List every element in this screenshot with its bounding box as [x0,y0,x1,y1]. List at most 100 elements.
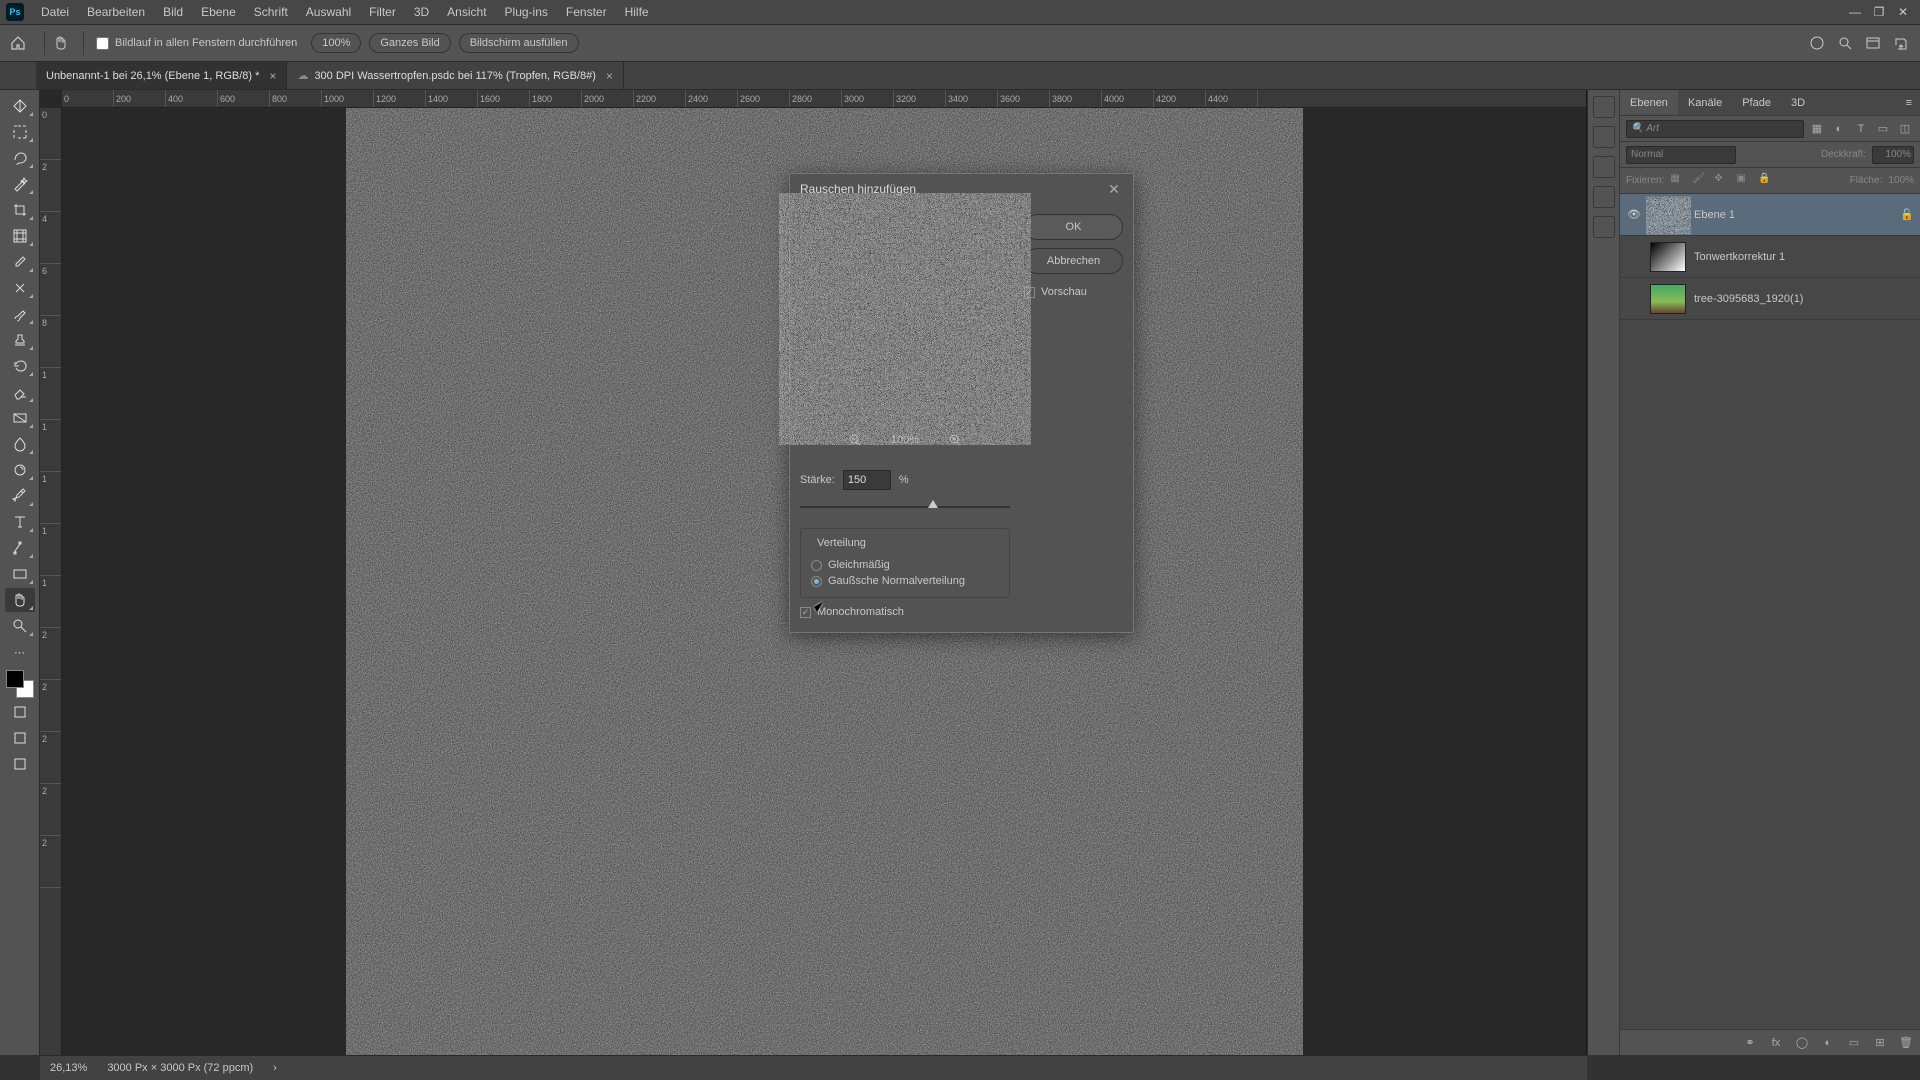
zoom-out-icon[interactable] [847,432,863,448]
lock-transparent-icon[interactable]: ▦ [1670,173,1686,189]
visibility-icon[interactable] [1626,291,1642,307]
status-info[interactable]: 3000 Px × 3000 Px (72 ppcm) [107,1062,253,1074]
gradient-tool[interactable] [5,406,35,430]
brush-tool[interactable] [5,302,35,326]
layer-thumbnail[interactable] [1650,200,1686,230]
frame-tool[interactable] [5,224,35,248]
lasso-tool[interactable] [5,146,35,170]
filter-smart-icon[interactable]: ◫ [1896,120,1914,138]
menu-auswahl[interactable]: Auswahl [297,5,360,19]
group-icon[interactable]: ▭ [1846,1035,1862,1051]
panel-tab-pfade[interactable]: Pfade [1732,90,1781,115]
scroll-all-checkbox[interactable]: Bildlauf in allen Fenstern durchführen [90,37,303,50]
window-minimize[interactable]: — [1844,3,1866,21]
filter-adjust-icon[interactable]: ◐ [1830,120,1848,138]
layer-thumbnail[interactable] [1650,242,1686,272]
pen-tool[interactable] [5,484,35,508]
visibility-icon[interactable]: 👁 [1626,207,1642,223]
filter-pixel-icon[interactable]: ▦ [1808,120,1826,138]
fit-screen-button[interactable]: Ganzes Bild [369,33,450,53]
panel-tab-3d[interactable]: 3D [1781,90,1815,115]
opacity-input[interactable]: 100% [1872,146,1914,164]
new-layer-icon[interactable]: ⊞ [1872,1035,1888,1051]
lock-artboard-icon[interactable]: ▣ [1736,173,1752,189]
wand-tool[interactable] [5,172,35,196]
radio-gaussian[interactable]: Gaußsche Normalverteilung [811,575,999,587]
workspace-icon[interactable] [1862,32,1884,54]
window-restore[interactable]: ❐ [1868,3,1890,21]
heal-tool[interactable] [5,276,35,300]
close-tab-icon[interactable]: × [269,69,276,83]
eraser-tool[interactable] [5,380,35,404]
amount-slider[interactable] [800,502,1010,512]
checkbox-monochromatic[interactable]: ✓Monochromatisch [800,606,1010,618]
preview-image[interactable] [800,214,1010,424]
shape-tool[interactable] [5,562,35,586]
collapsed-panel-icon[interactable] [1593,216,1615,238]
collapsed-panel-icon[interactable] [1593,186,1615,208]
menu-schrift[interactable]: Schrift [245,5,297,19]
radio-uniform[interactable]: Gleichmäßig [811,559,999,571]
zoom-100-button[interactable]: 100% [311,33,361,53]
search-icon[interactable] [1834,32,1856,54]
panel-tab-ebenen[interactable]: Ebenen [1620,90,1678,115]
document-tab[interactable]: ☁300 DPI Wassertropfen.psdc bei 117% (Tr… [287,62,623,89]
dodge-tool[interactable] [5,458,35,482]
layer-lock-icon[interactable]: 🔓 [1900,208,1914,221]
eyedrop-tool[interactable] [5,250,35,274]
visibility-icon[interactable] [1626,249,1642,265]
path-tool[interactable] [5,536,35,560]
link-layers-icon[interactable]: ⚭ [1742,1035,1758,1051]
menu-ebene[interactable]: Ebene [192,5,245,19]
lock-position-icon[interactable]: ✥ [1714,173,1730,189]
stamp-tool[interactable] [5,328,35,352]
menu-filter[interactable]: Filter [360,5,405,19]
lock-pixels-icon[interactable]: 🖌 [1692,173,1708,189]
fx-icon[interactable]: fx [1768,1035,1784,1051]
move-tool[interactable] [5,94,35,118]
home-icon[interactable] [8,33,28,53]
edit-toolbar[interactable]: ⋯ [5,640,35,664]
collapsed-panel-icon[interactable] [1593,96,1615,118]
color-swatches[interactable] [6,670,34,698]
window-close[interactable]: ✕ [1892,3,1914,21]
adjustment-icon[interactable]: ◐ [1820,1035,1836,1051]
blur-tool[interactable] [5,432,35,456]
slider-thumb[interactable] [928,500,938,508]
quick-mask[interactable] [5,700,35,724]
collapsed-panel-icon[interactable] [1593,126,1615,148]
status-zoom[interactable]: 26,13% [50,1062,87,1074]
zoom-tool[interactable] [5,614,35,638]
menu-hilfe[interactable]: Hilfe [616,5,658,19]
layer-row[interactable]: tree-3095683_1920(1) [1620,278,1920,320]
filter-shape-icon[interactable]: ▭ [1874,120,1892,138]
share-icon[interactable] [1890,32,1912,54]
panel-menu-icon[interactable]: ≡ [1898,97,1920,109]
layer-row[interactable]: 👁 Ebene 1 🔓 [1620,194,1920,236]
layer-thumbnail[interactable] [1650,284,1686,314]
history-tool[interactable] [5,354,35,378]
document-tab[interactable]: Unbenannt-1 bei 26,1% (Ebene 1, RGB/8) *… [36,62,287,89]
fill-input[interactable]: 100% [1888,175,1914,186]
menu-datei[interactable]: Datei [32,5,78,19]
menu-ansicht[interactable]: Ansicht [438,5,495,19]
close-icon[interactable]: ✕ [1105,180,1123,198]
filter-type-icon[interactable]: T [1852,120,1870,138]
collapsed-panel-icon[interactable] [1593,156,1615,178]
menu-3d[interactable]: 3D [405,5,438,19]
zoom-in-icon[interactable] [947,432,963,448]
delete-layer-icon[interactable]: 🗑 [1898,1035,1914,1051]
layer-name[interactable]: Ebene 1 [1694,209,1735,221]
blend-mode-select[interactable]: Normal [1626,146,1736,164]
layer-name[interactable]: tree-3095683_1920(1) [1694,293,1803,305]
dialog-titlebar[interactable]: Rauschen hinzufügen ✕ [790,174,1133,204]
menu-fenster[interactable]: Fenster [557,5,616,19]
fill-screen-button[interactable]: Bildschirm ausfüllen [459,33,579,53]
marquee-tool[interactable] [5,120,35,144]
type-tool[interactable] [5,510,35,534]
crop-tool[interactable] [5,198,35,222]
screen-mode-std[interactable] [5,726,35,750]
layer-name[interactable]: Tonwertkorrektur 1 [1694,251,1785,263]
menu-bild[interactable]: Bild [154,5,192,19]
menu-bearbeiten[interactable]: Bearbeiten [78,5,154,19]
